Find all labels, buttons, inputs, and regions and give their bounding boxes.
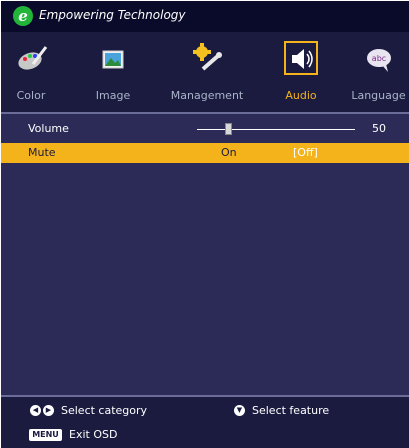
volume-row[interactable]: Volume 50 xyxy=(1,119,409,139)
right-arrow-icon: ▶ xyxy=(43,405,54,416)
divider xyxy=(1,112,409,114)
tab-language-label: Language xyxy=(351,89,406,102)
gear-wrench-icon xyxy=(193,43,222,71)
mute-label: Mute xyxy=(28,146,56,159)
tab-management[interactable]: Management xyxy=(166,32,248,112)
mute-row[interactable]: Mute On [Off] xyxy=(1,143,409,163)
volume-label: Volume xyxy=(28,122,69,135)
volume-slider-track[interactable] xyxy=(197,129,355,130)
brand-tagline: Empowering Technology xyxy=(39,8,186,22)
tab-management-label: Management xyxy=(170,89,244,102)
down-arrow-icon: ▼ xyxy=(234,405,245,416)
palette-icon xyxy=(18,46,48,70)
picture-icon xyxy=(102,50,124,69)
mute-option-off[interactable]: [Off] xyxy=(293,146,318,159)
tab-color-label: Color xyxy=(16,89,46,102)
tab-audio-label: Audio xyxy=(285,89,317,102)
select-feature-hint: Select feature xyxy=(252,404,330,417)
tab-audio[interactable]: Audio xyxy=(271,32,331,112)
tab-image-label: Image xyxy=(95,89,131,102)
header-bar: e Empowering Technology xyxy=(1,1,409,32)
mute-option-on[interactable]: On xyxy=(221,146,237,159)
tab-color[interactable]: Color xyxy=(1,32,61,112)
left-arrow-icon: ◀ xyxy=(30,405,41,416)
osd-menu: e Empowering Technology Color Image Mana… xyxy=(1,1,409,448)
speaker-icon xyxy=(292,49,313,69)
tab-image[interactable]: Image xyxy=(83,32,143,112)
acer-logo-icon: e xyxy=(13,6,33,26)
category-bar: Color Image Management Audio abc Languag… xyxy=(1,32,409,112)
tab-language[interactable]: abc Language xyxy=(348,32,409,112)
svg-text:abc: abc xyxy=(372,54,386,63)
select-category-hint: Select category xyxy=(61,404,148,417)
volume-value: 50 xyxy=(372,122,386,135)
help-footer: ◀ ▶ Select category ▼ Select feature MEN… xyxy=(1,397,409,448)
volume-slider-thumb[interactable] xyxy=(225,123,233,135)
menu-key-icon: MENU xyxy=(29,429,62,441)
speech-bubble-icon: abc xyxy=(367,49,391,72)
exit-osd-hint: Exit OSD xyxy=(69,428,118,441)
